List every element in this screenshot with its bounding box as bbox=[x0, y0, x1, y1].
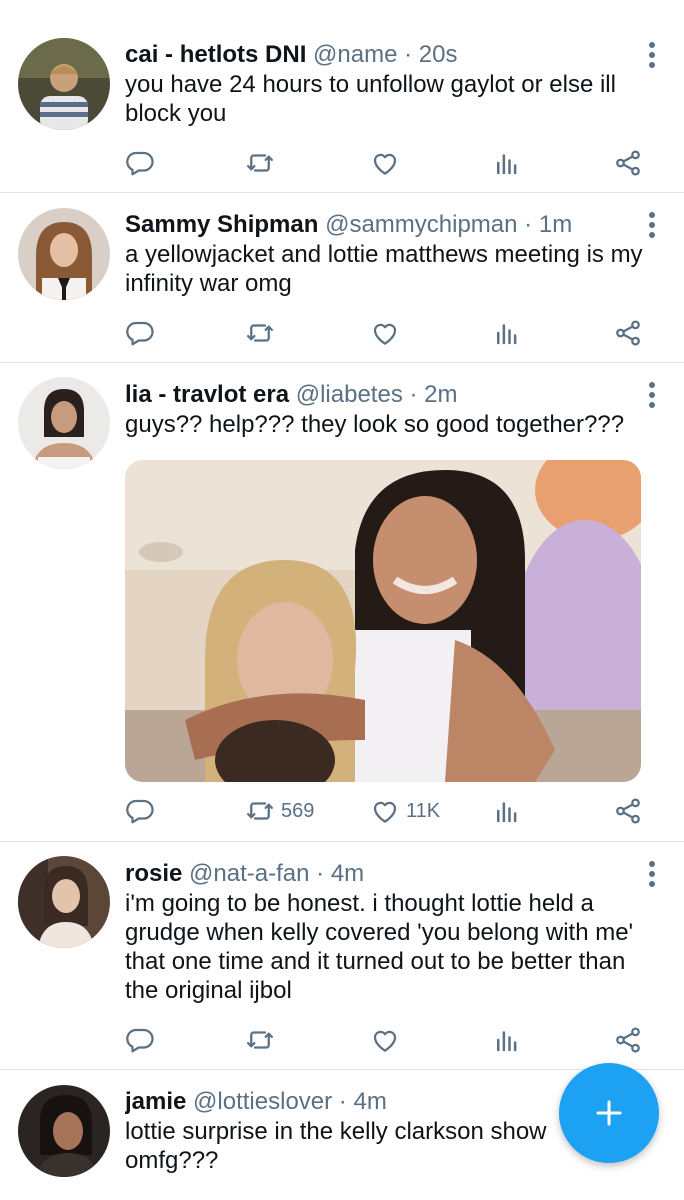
heart-icon[interactable] bbox=[370, 1020, 406, 1060]
retweet-icon[interactable]: 569 bbox=[245, 791, 314, 831]
separator: · bbox=[316, 860, 325, 887]
action-bar bbox=[125, 313, 655, 353]
timestamp[interactable]: 1m bbox=[539, 211, 572, 238]
tweet-header: jamie @lottieslover · 4m bbox=[125, 1087, 554, 1117]
analytics-icon[interactable] bbox=[492, 313, 522, 353]
retweet-count: 569 bbox=[281, 799, 315, 822]
action-bar: 569 11K bbox=[125, 791, 655, 831]
display-name[interactable]: cai - hetlots DNI bbox=[125, 41, 306, 68]
tweet-3[interactable]: lia - travlot era @liabetes · 2m guys?? … bbox=[0, 363, 684, 842]
display-name[interactable]: rosie bbox=[125, 860, 182, 887]
retweet-icon[interactable] bbox=[245, 1020, 281, 1060]
heart-icon[interactable]: 11K bbox=[370, 791, 440, 831]
tweet-text: a yellowjacket and lottie matthews meeti… bbox=[125, 241, 643, 297]
retweet-icon[interactable] bbox=[245, 143, 281, 183]
avatar[interactable] bbox=[18, 377, 110, 469]
more-vertical-icon[interactable] bbox=[648, 382, 656, 408]
heart-icon[interactable] bbox=[370, 313, 406, 353]
separator: · bbox=[409, 381, 418, 408]
tweet-4[interactable]: rosie @nat-a-fan · 4m i'm going to be ho… bbox=[0, 842, 684, 1070]
separator: · bbox=[338, 1088, 347, 1115]
analytics-icon[interactable] bbox=[492, 143, 522, 183]
share-icon[interactable] bbox=[613, 1020, 643, 1060]
analytics-icon[interactable] bbox=[492, 791, 522, 831]
reply-icon[interactable] bbox=[125, 1020, 155, 1060]
reply-icon[interactable] bbox=[125, 791, 155, 831]
display-name[interactable]: Sammy Shipman bbox=[125, 211, 318, 238]
tweet-text: guys?? help??? they look so good togethe… bbox=[125, 411, 625, 438]
handle[interactable]: @sammychipman bbox=[325, 211, 517, 238]
share-icon[interactable] bbox=[613, 143, 643, 183]
plus-icon bbox=[596, 1100, 622, 1126]
timestamp[interactable]: 4m bbox=[353, 1088, 386, 1115]
tweet-header: rosie @nat-a-fan · 4m bbox=[125, 859, 634, 889]
analytics-icon[interactable] bbox=[492, 1020, 522, 1060]
action-bar bbox=[125, 1020, 655, 1060]
share-icon[interactable] bbox=[613, 313, 643, 353]
timestamp[interactable]: 4m bbox=[331, 860, 364, 887]
tweet-header: lia - travlot era @liabetes · 2m bbox=[125, 380, 634, 410]
timestamp[interactable]: 2m bbox=[424, 381, 457, 408]
more-vertical-icon[interactable] bbox=[648, 42, 656, 68]
tweet-text: you have 24 hours to unfollow gaylot or … bbox=[125, 71, 616, 127]
tweet-photo[interactable] bbox=[125, 460, 641, 782]
reply-icon[interactable] bbox=[125, 143, 155, 183]
more-vertical-icon[interactable] bbox=[648, 861, 656, 887]
tweet-header: Sammy Shipman @sammychipman · 1m bbox=[125, 210, 634, 240]
avatar[interactable] bbox=[18, 38, 110, 130]
timestamp[interactable]: 20s bbox=[419, 41, 458, 68]
retweet-icon[interactable] bbox=[245, 313, 281, 353]
avatar[interactable] bbox=[18, 208, 110, 300]
like-count: 11K bbox=[406, 799, 441, 822]
separator: · bbox=[404, 41, 413, 68]
more-vertical-icon[interactable] bbox=[648, 212, 656, 238]
avatar[interactable] bbox=[18, 1085, 110, 1177]
handle[interactable]: @liabetes bbox=[296, 381, 403, 408]
tweet-2[interactable]: Sammy Shipman @sammychipman · 1m a yello… bbox=[0, 193, 684, 363]
handle[interactable]: @nat-a-fan bbox=[189, 860, 309, 887]
display-name[interactable]: lia - travlot era bbox=[125, 381, 289, 408]
avatar[interactable] bbox=[18, 856, 110, 948]
handle[interactable]: @lottieslover bbox=[193, 1088, 332, 1115]
tweet-text: i'm going to be honest. i thought lottie… bbox=[125, 890, 634, 1004]
handle[interactable]: @name bbox=[313, 41, 397, 68]
tweet-text: lottie surprise in the kelly clarkson sh… bbox=[125, 1118, 547, 1174]
display-name[interactable]: jamie bbox=[125, 1088, 186, 1115]
tweet-1[interactable]: cai - hetlots DNI @name · 20s you have 2… bbox=[0, 0, 684, 193]
compose-button[interactable] bbox=[559, 1063, 659, 1163]
action-bar bbox=[125, 143, 655, 183]
reply-icon[interactable] bbox=[125, 313, 155, 353]
tweet-header: cai - hetlots DNI @name · 20s bbox=[125, 40, 634, 70]
separator: · bbox=[524, 211, 533, 238]
share-icon[interactable] bbox=[613, 791, 643, 831]
heart-icon[interactable] bbox=[370, 143, 406, 183]
